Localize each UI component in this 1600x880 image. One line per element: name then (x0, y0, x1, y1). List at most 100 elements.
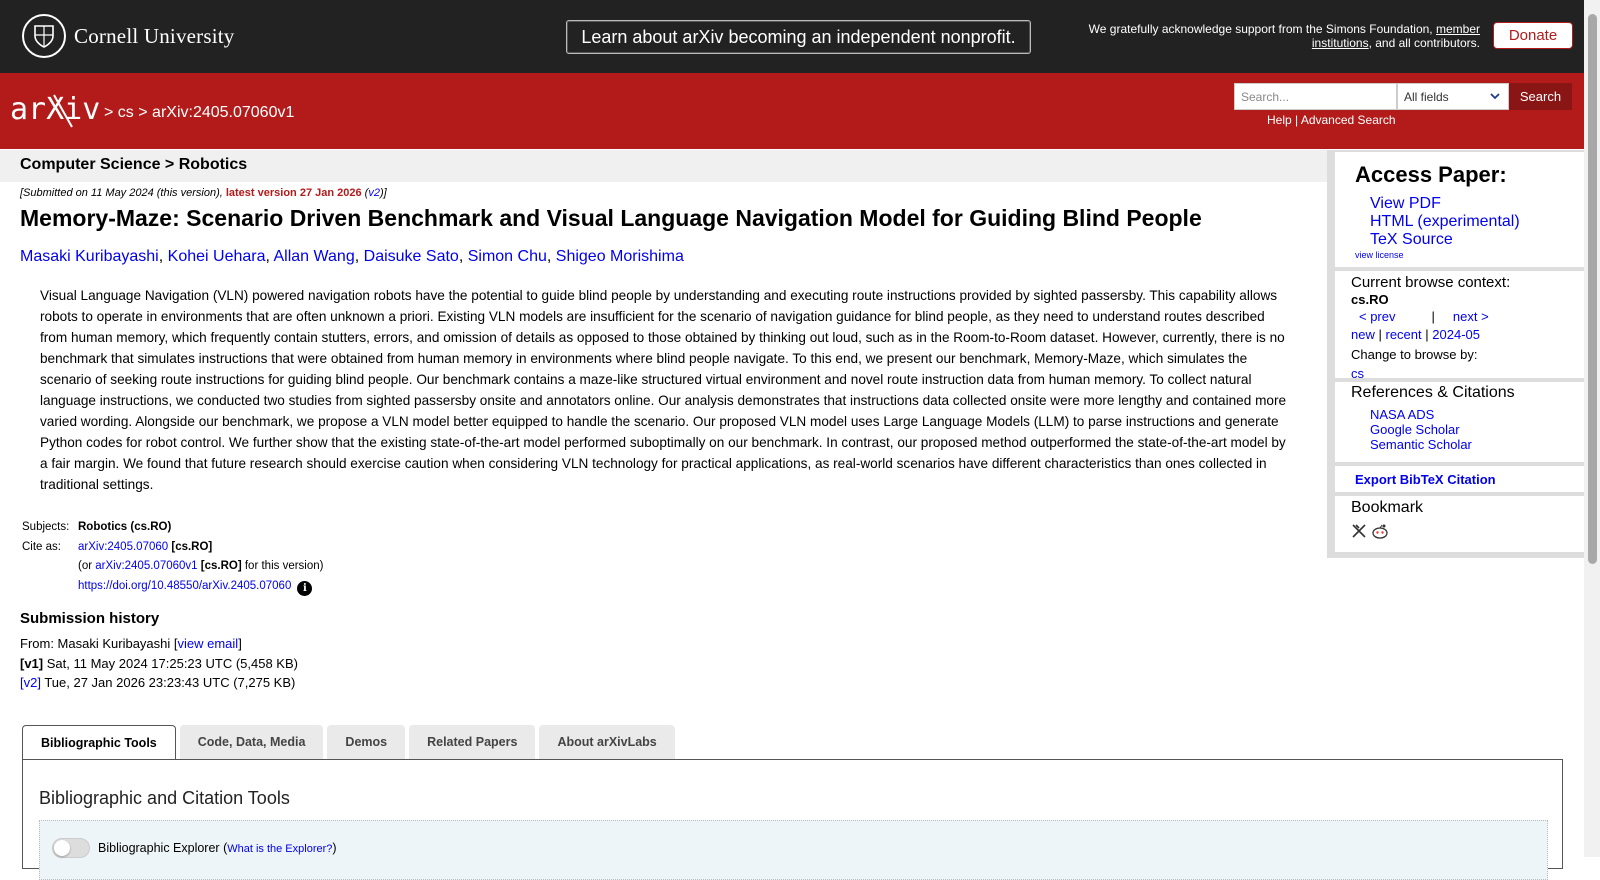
next-link[interactable]: next > (1453, 309, 1489, 324)
author-link[interactable]: Simon Chu (468, 248, 547, 265)
latest-version: latest version 27 Jan 2026 (225, 187, 362, 199)
explorer-close: ) (332, 841, 337, 855)
browse-context-title: Current browse context: (1351, 274, 1511, 291)
nasa-ads-link[interactable]: NASA ADS (1370, 407, 1434, 422)
tab-bibliographic-tools[interactable]: Bibliographic Tools (22, 725, 176, 760)
v2-history-link[interactable]: [v2] (20, 675, 41, 690)
cornell-logo[interactable]: Cornell University (22, 14, 235, 58)
export-bibtex-link[interactable]: Export BibTeX Citation (1355, 472, 1496, 487)
advanced-search-link[interactable]: Advanced Search (1301, 113, 1396, 127)
cornell-name: Cornell University (74, 23, 235, 48)
author-link[interactable]: Shigeo Morishima (556, 248, 684, 265)
view-pdf-link[interactable]: View PDF (1370, 195, 1441, 212)
search-field-select[interactable]: All fields (1397, 83, 1509, 110)
month-link[interactable]: 2024-05 (1432, 327, 1480, 342)
subjects-value: Robotics (cs.RO) (78, 521, 172, 533)
v2-close: )] (379, 187, 387, 199)
access-paper-title: Access Paper: (1355, 162, 1507, 187)
support-text: We gratefully acknowledge support from t… (1088, 22, 1433, 36)
export-box: Export BibTeX Citation (1335, 466, 1586, 492)
tab-demos[interactable]: Demos (327, 725, 406, 759)
access-paper-box: Access Paper: View PDF HTML (experimenta… (1335, 152, 1586, 267)
cite-id-link[interactable]: arXiv:2405.07060 (78, 541, 168, 553)
references-title: References & Citations (1351, 384, 1515, 401)
author-sep: , (158, 248, 164, 265)
submission-history-title: Submission history (20, 610, 160, 627)
browse-context-box: Current browse context: cs.RO < prev | nex… (1335, 271, 1586, 381)
explorer-label: Bibliographic Explorer (What is the Expl… (98, 841, 337, 855)
explorer-toggle[interactable] (52, 838, 90, 858)
view-email-link[interactable]: view email (178, 636, 239, 651)
bibsonomy-icon[interactable] (1351, 523, 1367, 539)
cite-category: [cs.RO] (171, 540, 213, 553)
v2-date: Tue, 27 Jan 2026 23:23:43 UTC (7,275 KB) (40, 675, 296, 690)
donate-button[interactable]: Donate (1493, 22, 1573, 49)
submission-history: From: Masaki Kuribayashi [view email] [v… (20, 634, 298, 693)
bookmark-title: Bookmark (1351, 499, 1424, 516)
html-experimental-link[interactable]: HTML (experimental) (1370, 213, 1520, 230)
search-field-selected: All fields (1404, 90, 1449, 104)
browse-cs-link[interactable]: cs (1351, 366, 1364, 381)
author-list: Masaki Kuribayashi, Kohei Uehara, Allan … (20, 248, 684, 266)
view-license-link[interactable]: view license (1355, 250, 1404, 260)
breadcrumb-paper: arXiv:2405.07060v1 (152, 104, 295, 121)
tab-code-data-media[interactable]: Code, Data, Media (179, 725, 324, 759)
nonprofit-announcement-button[interactable]: Learn about arXiv becoming an independen… (566, 20, 1031, 54)
v1-label: [v1] (20, 655, 44, 671)
extra-services-sidebar: Access Paper: View PDF HTML (experimenta… (1327, 150, 1586, 558)
author-sep: , (546, 248, 552, 265)
page-scrollbar[interactable] (1584, 0, 1600, 857)
breadcrumb: > cs > arXiv:2405.07060v1 (104, 104, 294, 122)
author-sep: , (265, 248, 270, 265)
panel-title: Bibliographic and Citation Tools (39, 788, 290, 808)
google-scholar-link[interactable]: Google Scholar (1370, 422, 1460, 437)
top-banner: Cornell University Learn about arXiv bec… (0, 0, 1584, 73)
paper-title: Memory-Maze: Scenario Driven Benchmark a… (20, 205, 1202, 231)
or-prefix: (or (78, 560, 96, 572)
author-link[interactable]: Daisuke Sato (364, 248, 459, 265)
v2-link[interactable]: v2 (368, 187, 380, 199)
tab-related-papers[interactable]: Related Papers (409, 725, 536, 759)
tab-about-arxivlabs[interactable]: About arXivLabs (539, 725, 675, 759)
or-suffix: for this version) (241, 560, 324, 572)
author-link[interactable]: Allan Wang (274, 248, 355, 265)
cornell-seal-icon (22, 14, 66, 58)
prev-link[interactable]: < prev (1359, 309, 1396, 324)
scrollbar-thumb[interactable] (1588, 14, 1597, 564)
recent-link[interactable]: recent (1386, 327, 1422, 342)
from-suffix: ] (238, 636, 242, 651)
breadcrumb-sep: > (104, 104, 114, 121)
breadcrumb-cs[interactable]: cs (118, 104, 134, 121)
search-input[interactable]: Search... (1234, 83, 1397, 110)
subject-header: Computer Science > Robotics (0, 150, 1327, 182)
references-box: References & Citations NASA ADS Google S… (1335, 382, 1586, 462)
subjects-label: Subjects: (22, 521, 70, 533)
labs-tabs: Bibliographic Tools Code, Data, Media De… (22, 725, 679, 760)
info-icon[interactable]: i (297, 580, 313, 596)
support-tail: , and all contributors. (1368, 36, 1480, 50)
submission-date: [Submitted on 11 May 2024 (this version)… (20, 187, 387, 199)
nav-sep: | (1431, 309, 1435, 324)
sep: | (1425, 327, 1429, 342)
author-link[interactable]: Kohei Uehara (168, 248, 266, 265)
semantic-scholar-link[interactable]: Semantic Scholar (1370, 437, 1472, 452)
author-sep: , (354, 248, 360, 265)
from-prefix: From: Masaki Kuribayashi [ (20, 636, 178, 651)
abstract: Visual Language Navigation (VLN) powered… (40, 288, 1287, 492)
help-link[interactable]: Help (1267, 113, 1292, 127)
reddit-icon[interactable] (1371, 523, 1389, 539)
new-link[interactable]: new (1351, 327, 1375, 342)
search-button[interactable]: Search (1509, 83, 1572, 110)
submitted-prefix: [Submitted on 11 May 2024 (this version)… (20, 187, 226, 199)
arxiv-logo[interactable]: arXiv (10, 91, 102, 134)
author-link[interactable]: Masaki Kuribayashi (20, 248, 159, 265)
v1-date: Sat, 11 May 2024 17:25:23 UTC (5,458 KB) (43, 655, 298, 671)
help-sep: | (1295, 113, 1299, 127)
cite-v1-link[interactable]: arXiv:2405.07060v1 (95, 560, 197, 572)
doi-link[interactable]: https://doi.org/10.48550/arXiv.2405.0706… (78, 580, 291, 592)
tex-source-link[interactable]: TeX Source (1370, 231, 1453, 248)
author-sep: , (458, 248, 464, 265)
what-is-explorer-link[interactable]: What is the Explorer? (227, 843, 332, 855)
help-links: Help | Advanced Search (1267, 113, 1396, 127)
explorer-name: Bibliographic Explorer (98, 841, 220, 855)
